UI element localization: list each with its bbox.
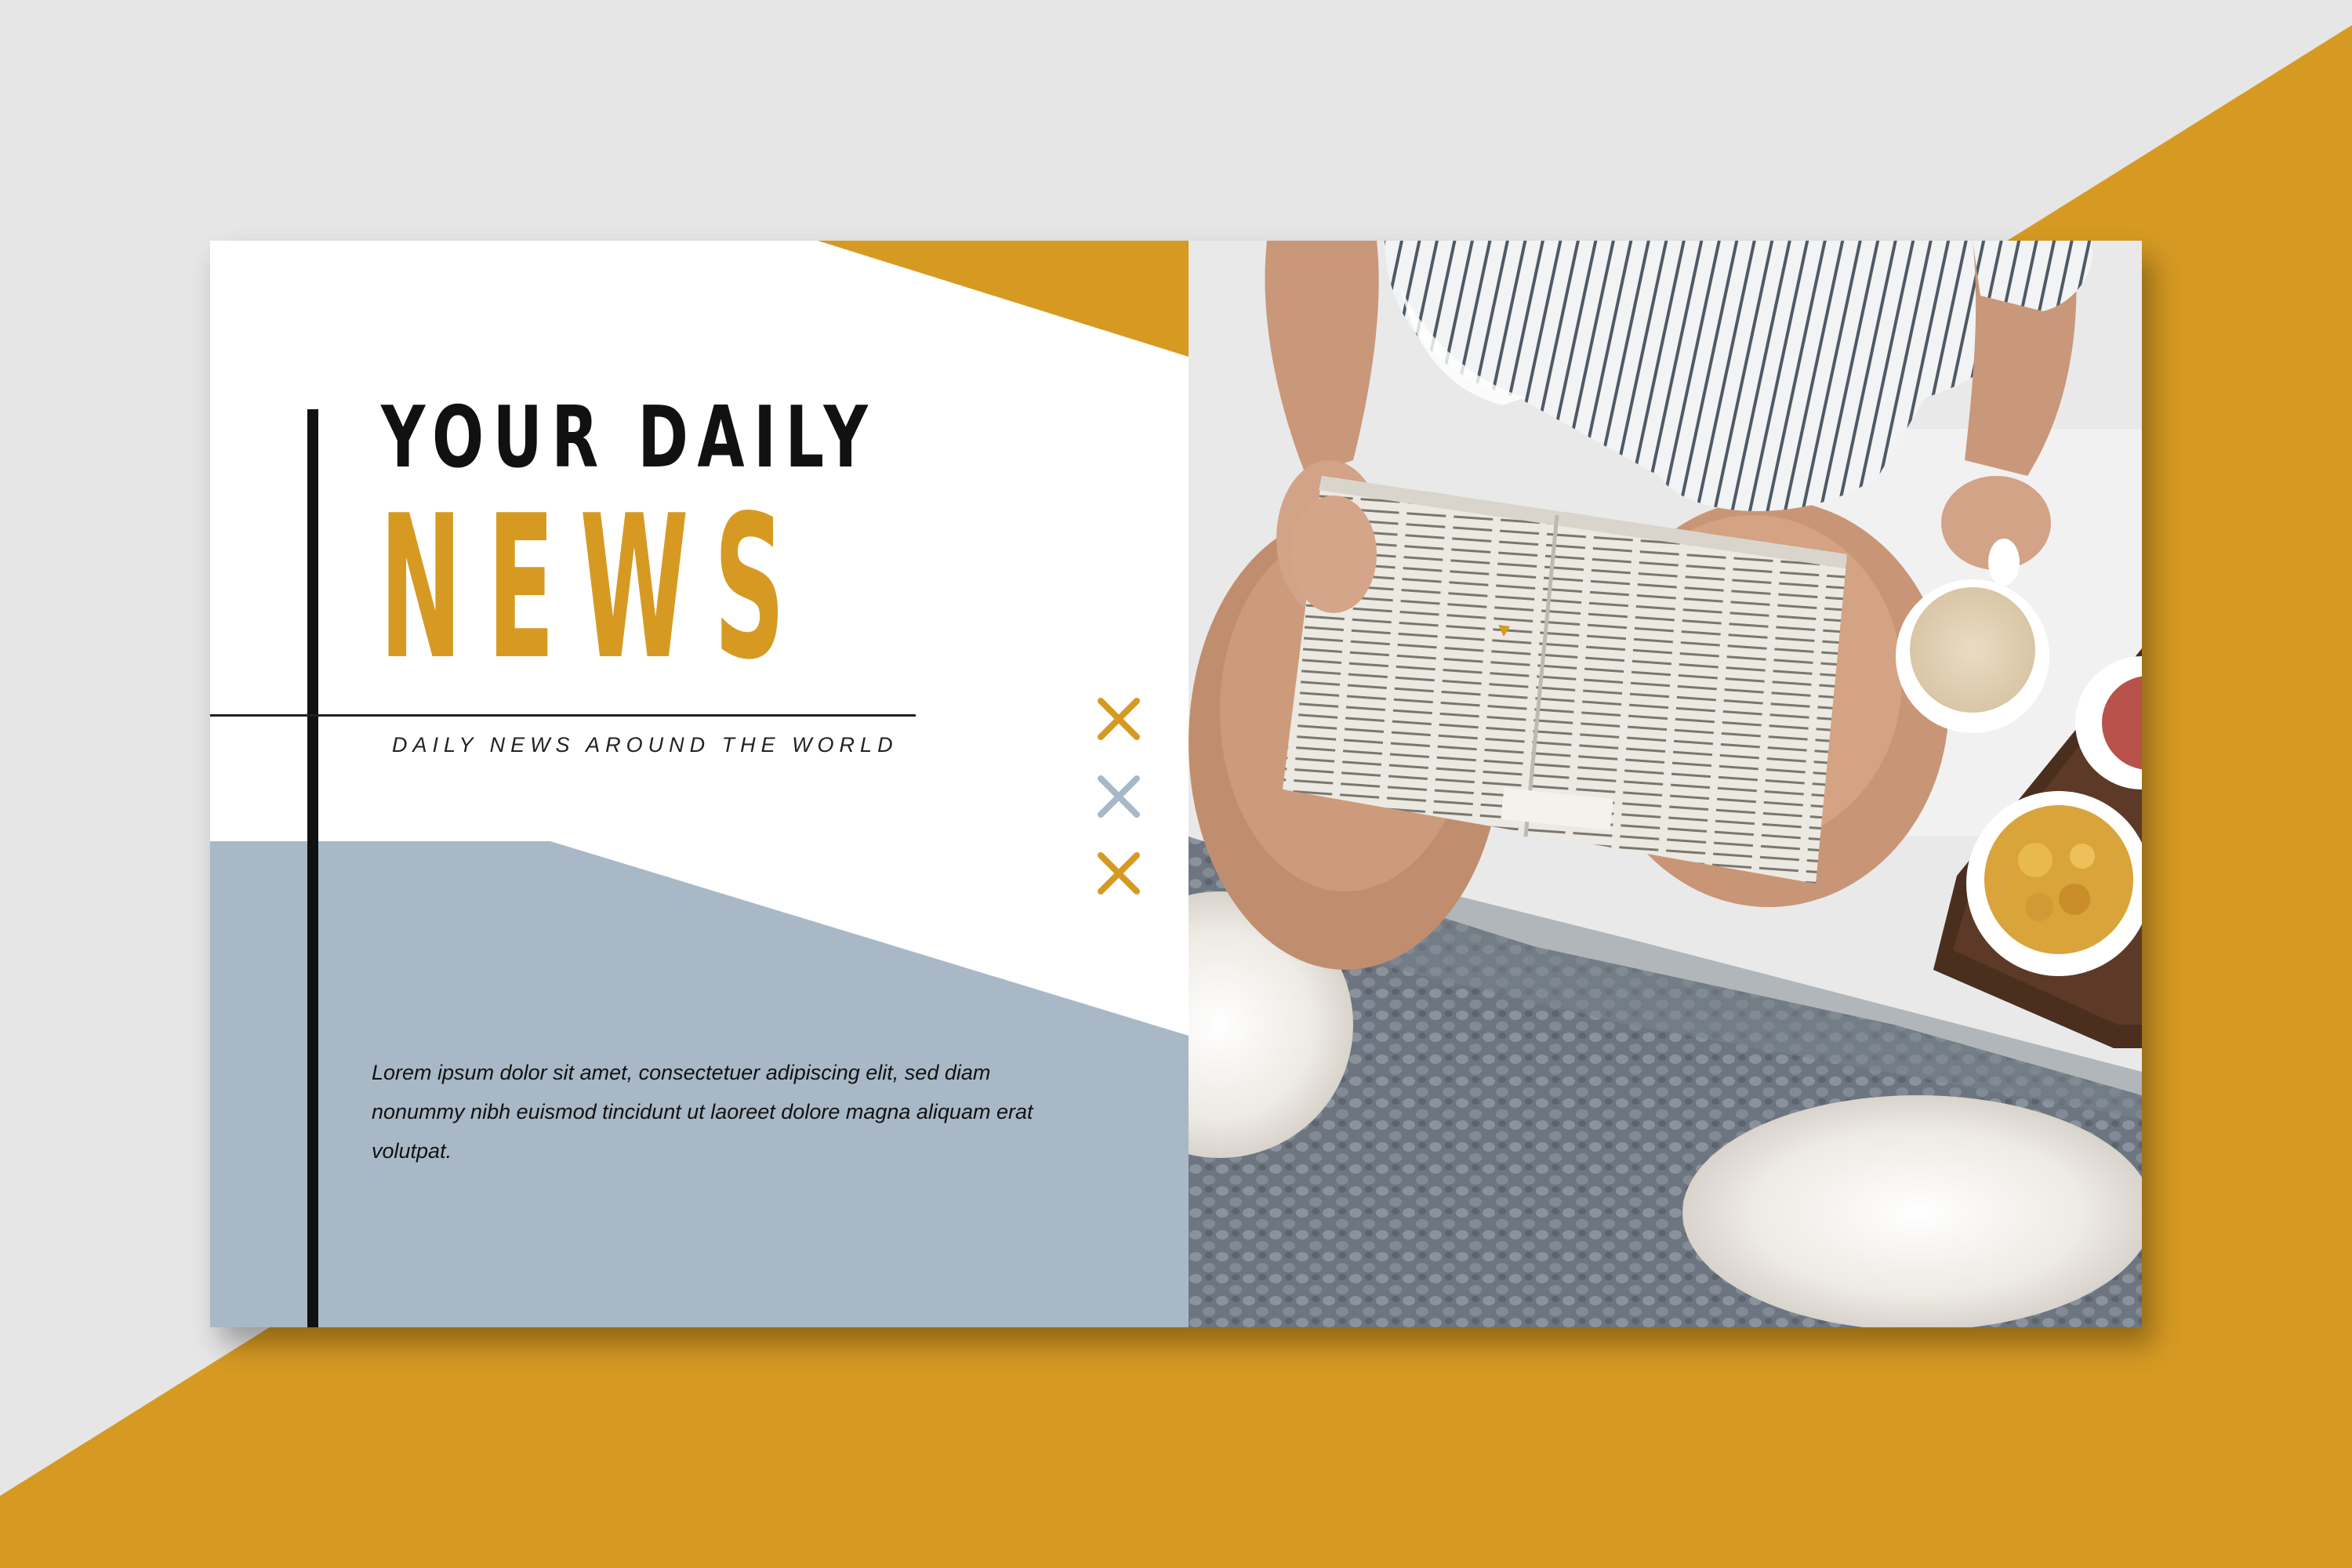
gold-corner-shape (818, 241, 1189, 357)
banner-stage: YOUR DAILY NEWS DAILY NEWS AROUND THE WO… (0, 0, 2352, 1568)
cross-icon-gold (1098, 698, 1140, 740)
title-news: NEWS (379, 474, 811, 703)
banner-card: YOUR DAILY NEWS DAILY NEWS AROUND THE WO… (210, 241, 2142, 1327)
body-text: Lorem ipsum dolor sit amet, consectetuer… (372, 1061, 1033, 1163)
cross-icon-gold (1098, 852, 1140, 895)
person-reading-newspaper-photo (1189, 241, 2142, 1327)
title-line-1: YOUR DAILY (381, 389, 877, 487)
photo-panel (1189, 241, 2142, 1327)
cross-icon-gray (1098, 775, 1140, 818)
subtitle: DAILY NEWS AROUND THE WORLD (392, 733, 898, 757)
fur-throw-bottom (1682, 1095, 2142, 1327)
text-panel: YOUR DAILY NEWS DAILY NEWS AROUND THE WO… (210, 241, 1189, 1327)
title-divider (210, 714, 916, 717)
vertical-bar (307, 409, 318, 1327)
